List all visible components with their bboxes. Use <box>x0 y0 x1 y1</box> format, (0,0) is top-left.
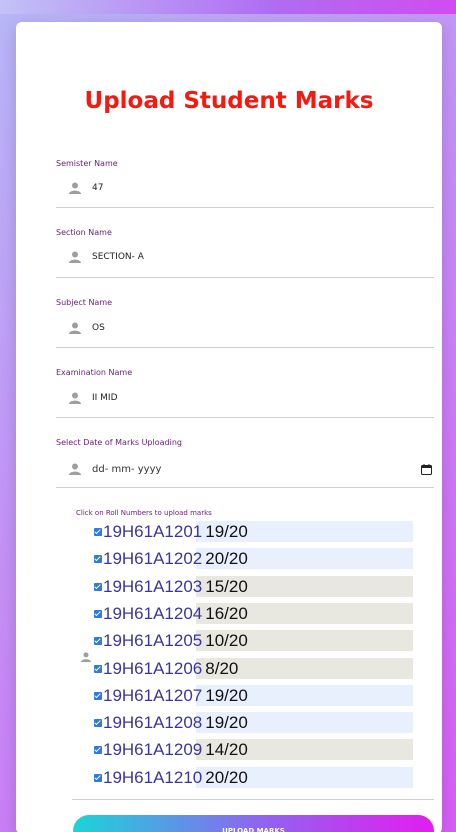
subject-field[interactable]: Subject Name OS <box>56 298 434 348</box>
section-value: SECTION- A <box>92 252 144 262</box>
roll-checkbox[interactable] <box>94 636 102 645</box>
roll-item[interactable]: 19H61A1209 14/20 <box>94 739 248 760</box>
roll-checkbox[interactable] <box>94 609 102 618</box>
roll-mark: 19/20 <box>205 713 248 732</box>
roll-item[interactable]: 19H61A1203 15/20 <box>94 576 248 597</box>
subject-label: Subject Name <box>56 298 113 307</box>
user-icon <box>81 652 91 662</box>
roll-checkbox[interactable] <box>94 745 102 754</box>
roll-section-label: Click on Roll Numbers to upload marks <box>76 509 212 517</box>
date-field[interactable]: Select Date of Marks Uploading dd- mm- y… <box>56 438 434 488</box>
background-strip <box>0 0 456 14</box>
exam-value: II MID <box>92 393 118 403</box>
exam-field[interactable]: Examination Name II MID <box>56 368 434 418</box>
roll-mark: 19/20 <box>205 522 248 541</box>
user-icon <box>69 251 81 263</box>
roll-item[interactable]: 19H61A1208 19/20 <box>94 712 248 733</box>
page-title: Upload Student Marks <box>84 88 374 114</box>
roll-number[interactable]: 19H61A1209 <box>103 739 202 760</box>
semester-field[interactable]: Semister Name 47 <box>56 159 434 208</box>
section-label: Section Name <box>56 228 112 237</box>
upload-marks-card: Upload Student Marks Semister Name 47 Se… <box>16 22 442 832</box>
upload-marks-button[interactable]: UPLOAD MARKS <box>73 815 434 832</box>
roll-number[interactable]: 19H61A1202 <box>103 548 202 569</box>
roll-number[interactable]: 19H61A1208 <box>103 712 202 733</box>
roll-mark: 14/20 <box>205 740 248 759</box>
roll-item[interactable]: 19H61A1205 10/20 <box>94 630 248 651</box>
roll-mark: 16/20 <box>205 604 248 623</box>
user-icon <box>69 182 81 194</box>
calendar-icon[interactable] <box>421 463 432 475</box>
section-field[interactable]: Section Name SECTION- A <box>56 228 434 278</box>
semester-value: 47 <box>92 183 104 193</box>
roll-number[interactable]: 19H61A1206 <box>103 658 202 679</box>
user-icon <box>69 463 81 475</box>
roll-checkbox[interactable] <box>94 773 102 782</box>
roll-item[interactable]: 19H61A1207 19/20 <box>94 685 248 706</box>
roll-number[interactable]: 19H61A1207 <box>103 685 202 706</box>
roll-number[interactable]: 19H61A1205 <box>103 630 202 651</box>
roll-mark: 20/20 <box>205 549 248 568</box>
date-label: Select Date of Marks Uploading <box>56 438 182 447</box>
roll-number[interactable]: 19H61A1201 <box>103 521 202 542</box>
user-icon <box>69 322 81 334</box>
roll-mark: 20/20 <box>205 768 248 787</box>
roll-mark: 19/20 <box>205 686 248 705</box>
roll-mark: 8/20 <box>205 659 239 678</box>
roll-item[interactable]: 19H61A1206 8/20 <box>94 658 238 679</box>
roll-number[interactable]: 19H61A1203 <box>103 576 202 597</box>
user-icon <box>69 392 81 404</box>
semester-label: Semister Name <box>56 159 118 168</box>
roll-checkbox[interactable] <box>94 527 102 536</box>
roll-item[interactable]: 19H61A1202 20/20 <box>94 548 248 569</box>
roll-item[interactable]: 19H61A1204 16/20 <box>94 603 248 624</box>
subject-value: OS <box>92 323 105 333</box>
date-input[interactable]: dd- mm- yyyy <box>92 464 161 475</box>
roll-checkbox[interactable] <box>94 691 102 700</box>
roll-checkbox[interactable] <box>94 664 102 673</box>
roll-number[interactable]: 19H61A1204 <box>103 603 202 624</box>
roll-checkbox[interactable] <box>94 582 102 591</box>
roll-checkbox[interactable] <box>94 718 102 727</box>
exam-label: Examination Name <box>56 368 133 377</box>
roll-item[interactable]: 19H61A1210 20/20 <box>94 767 248 788</box>
roll-mark: 15/20 <box>205 577 248 596</box>
roll-item[interactable]: 19H61A1201 19/20 <box>94 521 248 542</box>
divider <box>72 799 434 800</box>
roll-checkbox[interactable] <box>94 554 102 563</box>
roll-number[interactable]: 19H61A1210 <box>103 767 202 788</box>
roll-mark: 10/20 <box>205 631 248 650</box>
